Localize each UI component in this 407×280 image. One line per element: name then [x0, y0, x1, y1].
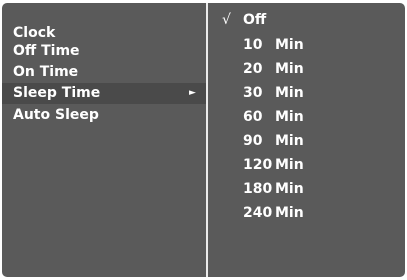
- menu-item-auto-sleep[interactable]: Auto Sleep: [2, 105, 206, 126]
- menu-item-off-time[interactable]: Off Time: [2, 41, 206, 62]
- option-90-min[interactable]: 90 Min: [208, 129, 405, 153]
- osd-menu: Clock Off Time On Time Sleep Time ► Auto…: [2, 3, 405, 277]
- option-60-min[interactable]: 60 Min: [208, 105, 405, 129]
- option-unit: Min: [275, 205, 304, 221]
- option-unit: Min: [275, 157, 304, 173]
- menu-item-label: Off Time: [13, 43, 80, 59]
- option-value: 60: [243, 109, 263, 125]
- option-240-min[interactable]: 240 Min: [208, 201, 405, 225]
- option-unit: Min: [275, 37, 304, 53]
- option-10-min[interactable]: 10 Min: [208, 33, 405, 57]
- option-label: Off: [243, 12, 267, 28]
- option-unit: Min: [275, 181, 304, 197]
- sleep-time-submenu: √ Off 10 Min 20 Min 30 Min 60 Min 90 Min…: [208, 3, 405, 277]
- option-unit: Min: [275, 85, 304, 101]
- option-value: 90: [243, 133, 263, 149]
- menu-item-on-time[interactable]: On Time: [2, 62, 206, 83]
- option-unit: Min: [275, 109, 304, 125]
- menu-item-sleep-time[interactable]: Sleep Time ►: [2, 83, 206, 104]
- option-value: 20: [243, 61, 263, 77]
- option-unit: Min: [275, 61, 304, 77]
- option-30-min[interactable]: 30 Min: [208, 81, 405, 105]
- menu-item-label: Sleep Time: [13, 85, 101, 101]
- option-value: 180: [243, 181, 273, 197]
- option-120-min[interactable]: 120 Min: [208, 153, 405, 177]
- option-20-min[interactable]: 20 Min: [208, 57, 405, 81]
- option-off[interactable]: √ Off: [208, 8, 405, 32]
- menu-item-label: Auto Sleep: [13, 107, 99, 123]
- option-value: 30: [243, 85, 263, 101]
- option-unit: Min: [275, 133, 304, 149]
- main-menu-panel: Clock Off Time On Time Sleep Time ► Auto…: [2, 3, 206, 277]
- option-value: 10: [243, 37, 263, 53]
- menu-item-label: On Time: [13, 64, 79, 80]
- option-180-min[interactable]: 180 Min: [208, 177, 405, 201]
- submenu-arrow-icon: ►: [189, 88, 196, 98]
- check-mark-icon: √: [222, 12, 231, 28]
- option-value: 240: [243, 205, 273, 221]
- option-value: 120: [243, 157, 273, 173]
